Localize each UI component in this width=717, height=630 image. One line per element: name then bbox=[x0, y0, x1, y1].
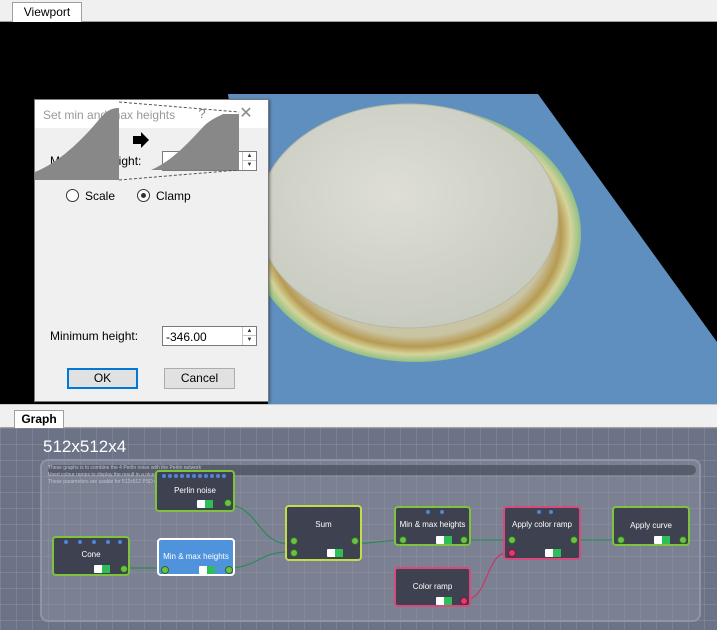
node-title: Cone bbox=[81, 550, 101, 559]
preview-toggle[interactable] bbox=[436, 536, 452, 544]
node-cone[interactable]: Cone bbox=[52, 536, 130, 576]
node-sum[interactable]: Sum bbox=[285, 505, 362, 561]
node-title: Apply curve bbox=[630, 521, 672, 530]
preview-toggle[interactable] bbox=[545, 549, 561, 557]
preview-toggle[interactable] bbox=[199, 566, 215, 574]
node-title: Min & max heights bbox=[399, 520, 466, 529]
preview-toggle[interactable] bbox=[654, 536, 670, 544]
max-height-down-button[interactable]: ▼ bbox=[243, 161, 256, 170]
min-height-input[interactable]: -346.00 ▲ ▼ bbox=[162, 326, 257, 346]
terrain-plateau bbox=[257, 103, 559, 329]
max-height-up-button[interactable]: ▲ bbox=[243, 152, 256, 161]
node-title: Color ramp bbox=[412, 582, 453, 591]
output-port[interactable] bbox=[351, 537, 359, 545]
node-min-max-heights[interactable]: Min & max heights bbox=[394, 506, 471, 546]
clamp-radio-label: Clamp bbox=[156, 189, 191, 203]
preview-toggle[interactable] bbox=[436, 597, 452, 605]
min-max-dialog: Set min and max heights ? ✕ Maximum heig… bbox=[34, 99, 269, 402]
output-port[interactable] bbox=[679, 536, 687, 544]
input-port[interactable] bbox=[161, 566, 169, 574]
arrow-right-icon bbox=[133, 132, 149, 148]
input-port[interactable] bbox=[290, 537, 298, 545]
min-height-value: -346.00 bbox=[166, 330, 207, 344]
node-title: Apply color ramp bbox=[511, 520, 573, 529]
node-graph-canvas[interactable]: 512x512x4 These graphs is to combine the… bbox=[0, 428, 717, 630]
clamp-illustration bbox=[35, 101, 240, 181]
output-port[interactable] bbox=[224, 499, 232, 507]
clamped-shape bbox=[151, 114, 239, 170]
cancel-button[interactable]: Cancel bbox=[164, 368, 235, 389]
min-height-up-button[interactable]: ▲ bbox=[243, 327, 256, 336]
preview-toggle[interactable] bbox=[94, 565, 110, 573]
input-port[interactable] bbox=[508, 536, 516, 544]
scale-radio-circle bbox=[66, 189, 79, 202]
preview-toggle[interactable] bbox=[197, 500, 213, 508]
output-port[interactable] bbox=[460, 597, 468, 605]
node-perlin-noise[interactable]: Perlin noise bbox=[155, 470, 235, 512]
node-apply-curve[interactable]: Apply curve bbox=[612, 506, 690, 546]
input-port[interactable] bbox=[508, 549, 516, 557]
node-title: Min & max heights bbox=[163, 552, 229, 561]
source-shape bbox=[35, 108, 119, 180]
clamp-radio-circle bbox=[137, 189, 150, 202]
tab-graph[interactable]: Graph bbox=[14, 410, 64, 429]
output-port[interactable] bbox=[570, 536, 578, 544]
node-min-max-heights-selected[interactable]: Min & max heights bbox=[157, 538, 235, 576]
min-height-down-button[interactable]: ▼ bbox=[243, 336, 256, 345]
ok-button[interactable]: OK bbox=[67, 368, 138, 389]
node-title: Sum bbox=[315, 520, 332, 529]
scale-radio-label: Scale bbox=[85, 189, 116, 203]
3d-viewport[interactable]: Set min and max heights ? ✕ Maximum heig… bbox=[0, 22, 717, 404]
graph-tabbar: Graph bbox=[0, 404, 717, 429]
min-height-label: Minimum height: bbox=[50, 329, 139, 343]
node-color-ramp[interactable]: Color ramp bbox=[394, 567, 471, 607]
input-port[interactable] bbox=[399, 536, 407, 544]
viewport-tabbar: Viewport bbox=[0, 0, 717, 23]
input-port[interactable] bbox=[617, 536, 625, 544]
preview-toggle[interactable] bbox=[327, 549, 343, 557]
output-port[interactable] bbox=[120, 565, 128, 573]
tab-viewport[interactable]: Viewport bbox=[12, 2, 82, 23]
node-title: Perlin noise bbox=[174, 486, 216, 495]
node-apply-color-ramp[interactable]: Apply color ramp bbox=[503, 506, 581, 560]
input-port[interactable] bbox=[290, 549, 298, 557]
output-port[interactable] bbox=[225, 566, 233, 574]
output-port[interactable] bbox=[460, 536, 468, 544]
